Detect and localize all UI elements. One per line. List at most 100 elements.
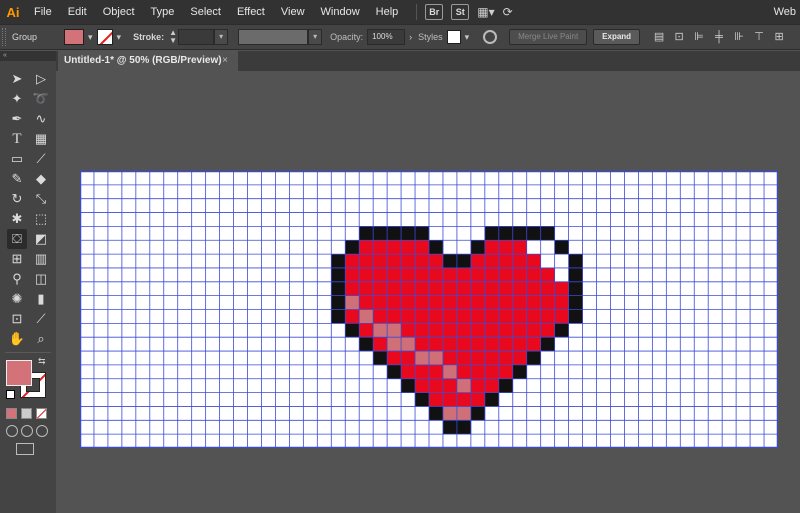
expand-button[interactable]: Expand [593,29,641,45]
document-tab[interactable]: Untitled-1* @ 50% (RGB/Preview) × [58,51,238,71]
stock-button[interactable]: St [451,4,470,20]
align-right-icon[interactable]: ⊪ [732,30,746,44]
collapse-panel-icon[interactable]: « [0,51,56,61]
heart-pixel [442,378,458,393]
profile-dropdown[interactable]: ▾ [308,29,323,45]
menu-type[interactable]: Type [143,0,183,24]
stroke-weight-dropdown[interactable]: ▾ [214,29,229,45]
free-transform-tool-icon[interactable]: ⬚ [31,209,51,229]
draw-normal-icon[interactable] [6,425,18,437]
gradient-mode-icon[interactable] [21,408,32,419]
color-mode-icon[interactable] [6,408,17,419]
heart-pixel [359,295,374,310]
puppet-warp-tool-icon[interactable]: ✱ [7,209,27,229]
gpu-performance-icon[interactable]: ⟳ [503,5,513,19]
menu-window[interactable]: Window [313,0,368,24]
stroke-swatch[interactable] [96,29,113,45]
selection-tool-icon[interactable]: ➤ [7,69,27,89]
heart-pixel [540,226,555,241]
panel-grip[interactable] [2,28,6,46]
heart-pixel [429,281,444,296]
stroke-weight-input[interactable] [178,29,215,45]
symbol-sprayer-tool-icon[interactable]: ✺ [7,289,27,309]
menu-view[interactable]: View [273,0,313,24]
chevron-down-icon[interactable]: ▾ [88,32,93,43]
pixel-heart-artwork[interactable] [80,171,778,448]
fill-swatch[interactable] [64,29,84,45]
menu-edit[interactable]: Edit [60,0,95,24]
recolor-artwork-icon[interactable] [483,30,498,44]
hand-tool-icon[interactable]: ✋ [7,329,27,349]
heart-pixel [387,295,402,310]
draw-inside-icon[interactable] [36,425,48,437]
heart-pixel [526,267,541,283]
eyedropper-tool-icon[interactable]: ⚲ [7,269,27,289]
menu-select[interactable]: Select [182,0,229,24]
artboard[interactable] [80,171,778,448]
live-paint-options-icon[interactable]: ▤ [652,30,666,44]
slice-tool-icon[interactable]: ⟋ [31,309,51,329]
fill-color-swatch[interactable] [6,360,32,386]
merge-live-paint-button[interactable]: Merge Live Paint [509,29,588,45]
chevron-right-icon[interactable]: › [409,32,412,42]
none-mode-icon[interactable] [36,408,47,419]
align-middle-icon[interactable]: ⊞ [772,30,786,44]
menu-separator [416,4,418,20]
heart-pixel [498,226,514,241]
menu-object[interactable]: Object [95,0,143,24]
artboard-tool-icon[interactable]: ⊡ [7,309,27,329]
arrange-documents-icon[interactable]: ▦▾ [477,5,494,19]
menu-help[interactable]: Help [368,0,407,24]
align-center-icon[interactable]: ╪ [712,30,726,44]
graphic-style-swatch[interactable] [446,30,461,44]
canvas-area[interactable] [56,71,800,513]
scale-tool-icon[interactable]: ⤡ [31,189,51,209]
menu-bar: Ai File Edit Object Type Select Effect V… [0,0,800,24]
rotate-tool-icon[interactable]: ↻ [7,189,27,209]
heart-pixel [373,254,388,269]
blend-tool-icon[interactable]: ◫ [31,269,51,289]
heart-pixel [373,240,388,255]
chevron-down-icon[interactable]: ▾ [465,32,470,43]
zoom-tool-icon[interactable]: ⌕ [31,329,51,349]
workspace-switcher[interactable]: Web [774,0,796,24]
menu-file[interactable]: File [26,0,60,24]
swap-fill-stroke-icon[interactable]: ⇆ [38,356,46,367]
rectangle-tool-icon[interactable]: ▭ [7,149,27,169]
align-left-icon[interactable]: ⊫ [692,30,706,44]
stroke-stepper-icon[interactable]: ▲ ▼ [168,29,178,45]
heart-pixel [470,281,486,296]
align-top-icon[interactable]: ⊤ [752,30,766,44]
transform-icon[interactable]: ⊡ [672,30,686,44]
pencil-tool-icon[interactable]: ✎ [7,169,27,189]
grid-tool-icon[interactable]: ▦ [31,129,51,149]
mesh-tool-icon[interactable]: ⊞ [7,249,27,269]
bridge-button[interactable]: Br [425,4,444,20]
eraser-tool-icon[interactable]: ◆ [31,169,51,189]
pen-tool-icon[interactable]: ✒ [7,109,27,129]
live-paint-bucket-tool-icon[interactable]: ⛋ [7,229,27,249]
opacity-input[interactable]: 100% [367,29,406,45]
default-fill-stroke-icon[interactable] [6,390,15,399]
lasso-tool-icon[interactable]: ➰ [31,89,51,109]
gradient-tool-icon[interactable]: ▥ [31,249,51,269]
heart-pixel [540,240,555,255]
curvature-tool-icon[interactable]: ∿ [31,109,51,129]
direct-selection-tool-icon[interactable]: ▷ [31,69,51,89]
chevron-down-icon[interactable]: ▾ [117,32,122,43]
column-graph-tool-icon[interactable]: ▮ [31,289,51,309]
heart-pixel [415,337,430,352]
paintbrush-tool-icon[interactable]: ⟋ [31,149,51,169]
perspective-grid-tool-icon[interactable]: ◩ [31,229,51,249]
variable-width-profile[interactable] [238,29,309,45]
draw-behind-icon[interactable] [21,425,33,437]
screen-mode-icon[interactable] [16,443,34,455]
menu-effect[interactable]: Effect [229,0,273,24]
heart-pixel [415,281,430,296]
close-icon[interactable]: × [222,51,228,71]
magic-wand-tool-icon[interactable]: ✦ [7,89,27,109]
heart-pixel [498,281,514,296]
type-tool-icon[interactable]: T [7,129,27,149]
opacity-label[interactable]: Opacity: [330,32,363,42]
heart-pixel [401,240,416,255]
